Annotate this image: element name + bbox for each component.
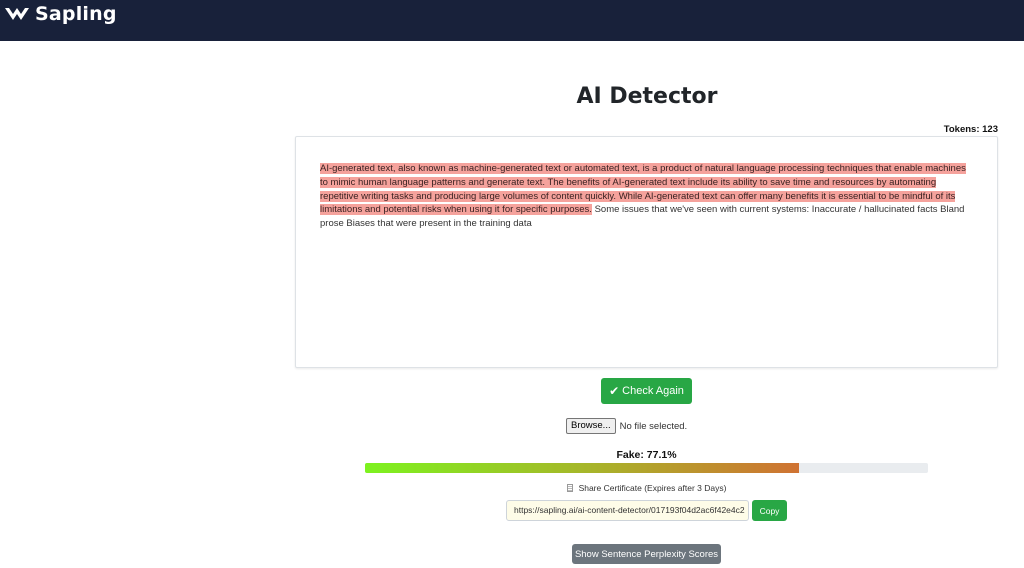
file-upload: Browse... No file selected. — [566, 418, 687, 434]
browse-button[interactable]: Browse... — [566, 418, 616, 434]
brand-name: Sapling — [35, 3, 117, 25]
share-certificate-label: Share Certificate (Expires after 3 Days) — [578, 483, 727, 493]
check-again-label: Check Again — [622, 385, 684, 397]
brand-link[interactable]: Sapling — [4, 3, 117, 25]
document-icon — [566, 484, 573, 492]
sapling-logo-icon — [5, 8, 29, 20]
editor-content[interactable]: AI-generated text, also known as machine… — [320, 162, 972, 231]
text-editor[interactable]: AI-generated text, also known as machine… — [295, 136, 998, 368]
fake-score-label: Fake: 77.1% — [616, 449, 677, 461]
perplexity-scores-button[interactable]: Show Sentence Perplexity Scores — [572, 544, 721, 564]
fake-score-bar — [365, 463, 928, 473]
file-status: No file selected. — [619, 420, 688, 432]
top-navbar: Sapling — [0, 0, 1024, 41]
check-icon: ✔ — [609, 384, 620, 398]
check-again-button[interactable]: ✔ Check Again — [601, 378, 692, 404]
share-url-field[interactable]: https://sapling.ai/ai-content-detector/0… — [506, 500, 749, 521]
copy-button[interactable]: Copy — [752, 500, 787, 521]
token-count: Tokens: 123 — [943, 124, 998, 135]
page-title: AI Detector — [576, 84, 718, 109]
share-certificate: Share Certificate (Expires after 3 Days) — [365, 483, 928, 493]
fake-score-bar-fill — [365, 463, 800, 473]
